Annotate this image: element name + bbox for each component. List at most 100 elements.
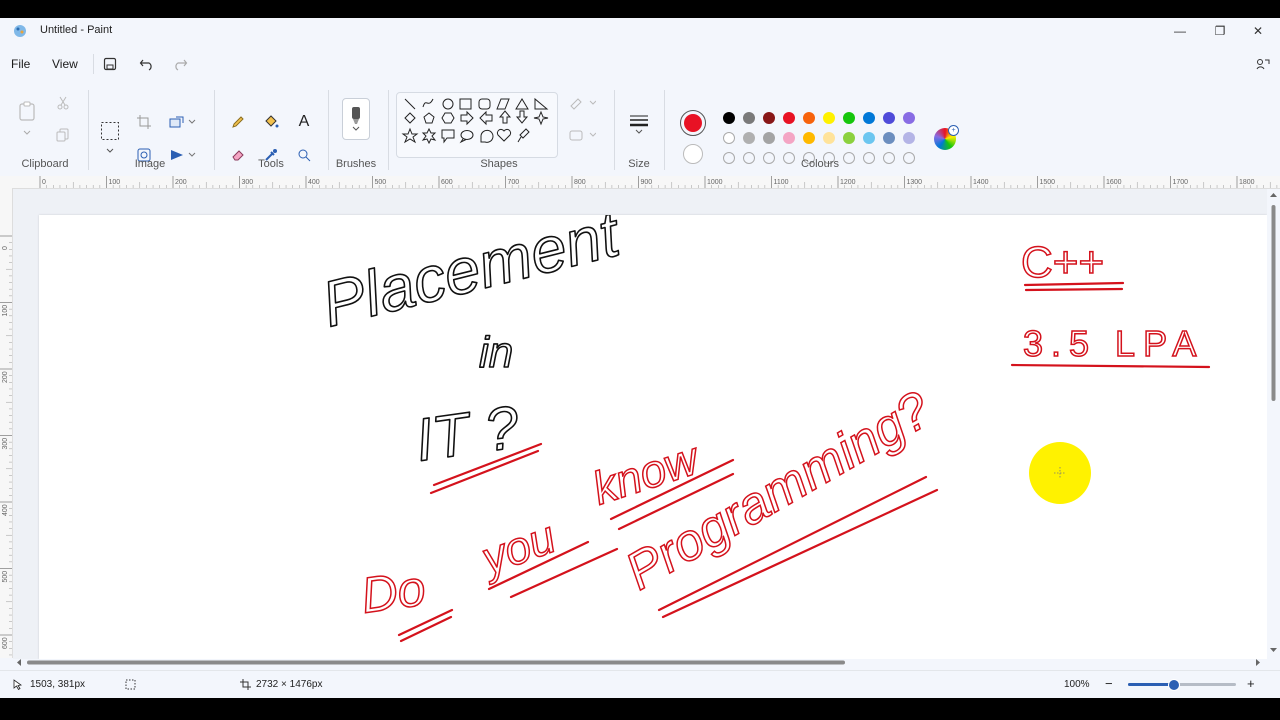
ribbon-divider: [388, 90, 389, 170]
size-button[interactable]: [626, 104, 652, 144]
palette-swatch[interactable]: [763, 132, 775, 144]
zoom-in-button[interactable]: +: [1247, 676, 1255, 691]
ruler-label: 0: [42, 179, 46, 186]
custom-color-slot[interactable]: [903, 152, 915, 164]
menu-bar: File View: [0, 48, 1280, 80]
fill-tool[interactable]: [260, 111, 282, 133]
ruler-label: 100: [109, 179, 121, 186]
palette-swatch[interactable]: [883, 112, 895, 124]
palette-swatch[interactable]: [783, 132, 795, 144]
pencil-icon: [232, 116, 244, 128]
palette-swatch[interactable]: [843, 112, 855, 124]
paint-bucket-icon: [265, 115, 279, 128]
file-menu[interactable]: File: [11, 57, 30, 71]
canvas-workspace[interactable]: Placement in IT ? Do you know Programmin…: [13, 189, 1267, 659]
paste-dropdown[interactable]: [16, 126, 38, 140]
shape-fill-button[interactable]: [566, 124, 598, 146]
crop-button[interactable]: [133, 111, 155, 133]
outline-icon: [570, 98, 596, 110]
custom-color-slot[interactable]: [723, 152, 735, 164]
selection-size-icon: [125, 679, 136, 690]
palette-swatch[interactable]: [883, 132, 895, 144]
custom-color-slot[interactable]: [743, 152, 755, 164]
view-menu[interactable]: View: [52, 57, 78, 71]
text-in: in: [479, 328, 513, 377]
redo-button[interactable]: [170, 54, 190, 74]
zoom-slider[interactable]: [1128, 679, 1236, 691]
brushes-button[interactable]: [342, 98, 370, 140]
close-button[interactable]: ✕: [1238, 18, 1278, 44]
palette-swatch[interactable]: [803, 132, 815, 144]
resize-dropdown[interactable]: [186, 111, 198, 133]
secondary-color-button[interactable]: [683, 144, 703, 164]
close-icon: ✕: [1252, 24, 1264, 38]
ribbon-divider: [88, 90, 89, 170]
edit-colors-button[interactable]: +: [934, 125, 959, 150]
palette-swatch[interactable]: [903, 112, 915, 124]
share-icon: [1256, 59, 1270, 70]
line-thickness-icon: [630, 115, 648, 127]
drawing-canvas[interactable]: Placement in IT ? Do you know Programmin…: [39, 196, 1267, 659]
select-dropdown[interactable]: [99, 144, 121, 158]
palette-swatch[interactable]: [783, 112, 795, 124]
ribbon-divider: [214, 90, 215, 170]
palette-swatch[interactable]: [823, 112, 835, 124]
status-bar: 1503, 381px 2732 × 1476px 100% − +: [0, 670, 1280, 698]
ruler-label: 0: [2, 246, 9, 250]
save-button[interactable]: [100, 54, 120, 74]
copy-button[interactable]: [52, 124, 74, 146]
palette-swatch[interactable]: [843, 132, 855, 144]
share-button[interactable]: [1253, 54, 1273, 74]
palette-swatch[interactable]: [723, 132, 735, 144]
select-button[interactable]: [99, 120, 121, 142]
ruler-label: 400: [308, 179, 320, 186]
shape-outline-button[interactable]: [566, 92, 598, 114]
zoom-slider-thumb[interactable]: [1168, 679, 1181, 691]
horizontal-scrollbar-graphic: [17, 659, 1260, 666]
pencil-tool[interactable]: [227, 111, 249, 133]
paint-window: Untitled - Paint — ❐ ✕ File View Clipboa…: [0, 18, 1280, 698]
salary-underline: [1010, 363, 1211, 369]
zoom-out-button[interactable]: −: [1105, 676, 1113, 691]
palette-swatch[interactable]: [823, 132, 835, 144]
paint-app-icon: [14, 25, 26, 37]
canvas-size: 2732 × 1476px: [256, 679, 323, 690]
undo-button[interactable]: [137, 54, 157, 74]
palette-swatch[interactable]: [803, 112, 815, 124]
window-title: Untitled - Paint: [40, 24, 113, 36]
resize-button[interactable]: [166, 111, 188, 133]
minimize-button[interactable]: —: [1160, 18, 1200, 44]
paste-button[interactable]: [16, 98, 38, 124]
palette-swatch[interactable]: [863, 132, 875, 144]
palette-swatch[interactable]: [763, 112, 775, 124]
vertical-scrollbar[interactable]: [1267, 189, 1280, 657]
add-icon: +: [948, 125, 959, 136]
ruler-label: 200: [175, 179, 187, 186]
palette-swatch[interactable]: [743, 112, 755, 124]
ruler-label: 1200: [840, 179, 856, 186]
palette-swatch[interactable]: [863, 112, 875, 124]
ruler-label: 1600: [1106, 179, 1122, 186]
palette-swatch[interactable]: [903, 132, 915, 144]
ruler-label: 1300: [907, 179, 923, 186]
ribbon: Clipboard Image A Tools Brushes Shapes S…: [0, 84, 1280, 174]
chevron-down-icon: [23, 130, 31, 135]
horizontal-scrollbar[interactable]: [13, 656, 1267, 669]
palette-swatch[interactable]: [743, 132, 755, 144]
chevron-down-icon: [352, 126, 360, 131]
chevron-down-icon: [106, 148, 114, 153]
palette-swatch[interactable]: [723, 112, 735, 124]
restore-button[interactable]: ❐: [1200, 18, 1240, 44]
custom-color-slot[interactable]: [883, 152, 895, 164]
ruler-label: 500: [375, 179, 387, 186]
zoom-level[interactable]: 100%: [1064, 679, 1090, 690]
cut-button[interactable]: [52, 92, 74, 114]
text-you: you: [472, 510, 562, 585]
text-placement: Placement: [315, 215, 628, 341]
pointer-icon: [13, 679, 23, 690]
text-tool[interactable]: A: [293, 111, 315, 133]
primary-color-button[interactable]: [680, 110, 706, 136]
tools-group-label: Tools: [258, 158, 284, 170]
brushes-group-label: Brushes: [335, 158, 377, 170]
ruler-label: 1400: [973, 179, 989, 186]
